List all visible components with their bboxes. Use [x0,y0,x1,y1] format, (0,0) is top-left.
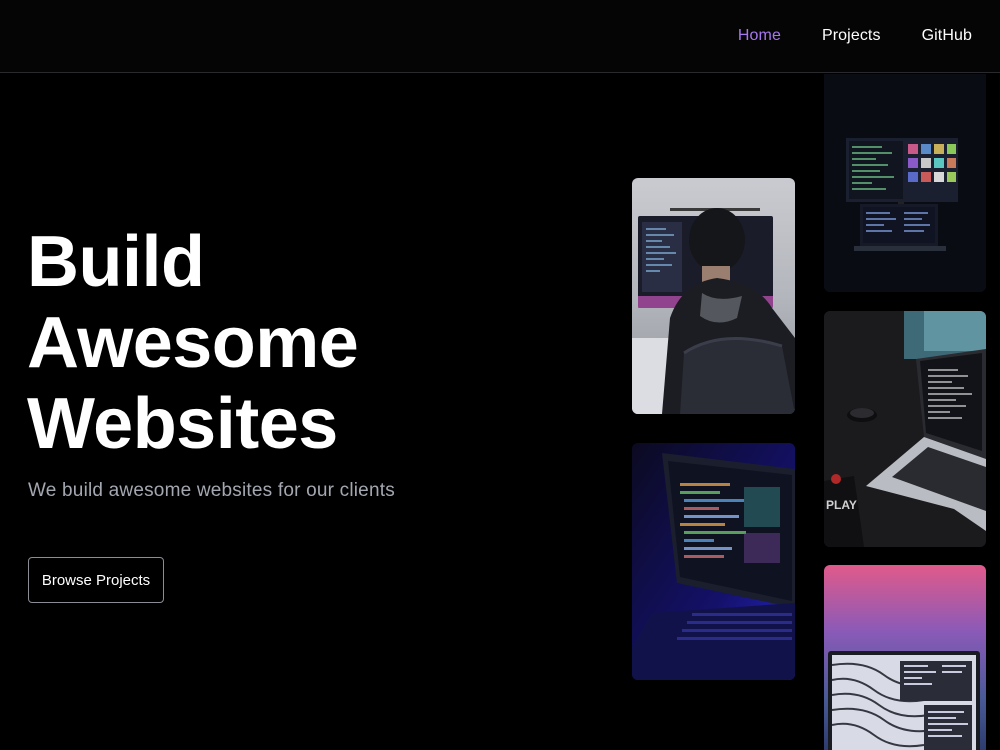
hero-subtitle: We build awesome websites for our client… [28,480,395,501]
browse-projects-button[interactable]: Browse Projects [28,557,164,603]
monitor-laptop-desk-photo [824,74,986,292]
nav-home-link[interactable]: Home [738,27,781,45]
hero-title-line-3: Websites [27,384,338,464]
laptop-pink-light-photo [824,565,986,750]
laptop-code-blue-photo [632,443,795,680]
laptop-code-desk-photo: PLAY [824,311,986,547]
person-at-computer-photo [632,178,795,414]
main-nav: Home Projects GitHub [738,0,972,72]
nav-github-link[interactable]: GitHub [922,27,972,45]
nav-projects-link[interactable]: Projects [822,27,881,45]
hero-title-line-1: Build [27,222,205,302]
svg-text:PLAY: PLAY [826,498,857,512]
site-header: Home Projects GitHub [0,0,1000,73]
hero-title: Build Awesome Websites [27,222,587,465]
hero-title-line-2: Awesome [27,303,359,383]
landing-page: Home Projects GitHub Build Awesome Websi… [0,0,1000,750]
